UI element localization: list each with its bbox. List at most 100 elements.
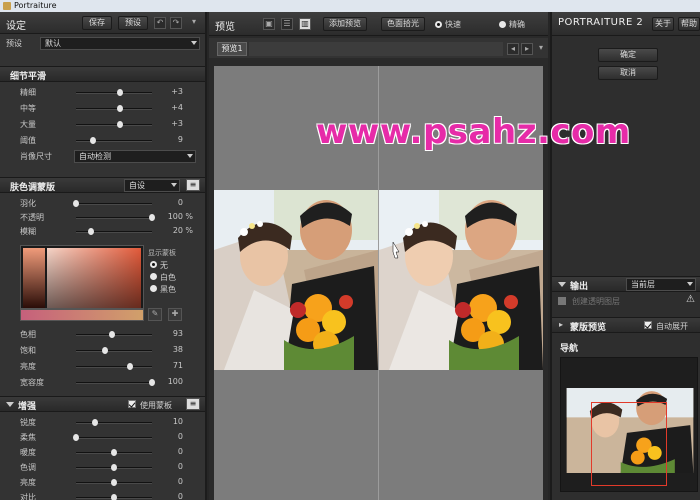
slider-value[interactable]: +3 [153, 87, 183, 96]
use-mask-checkbox[interactable] [128, 400, 136, 408]
skin-color-field[interactable] [47, 248, 141, 308]
slider-value[interactable]: 20 [153, 226, 183, 235]
slider-value[interactable]: 0 [153, 447, 183, 456]
split-horizontal-icon[interactable]: ☰ [281, 18, 293, 30]
slider-value[interactable]: 71 [153, 361, 183, 370]
slider-thumb[interactable] [89, 137, 96, 144]
slider-track[interactable] [73, 200, 152, 207]
slider-thumb[interactable] [111, 449, 117, 456]
show-mask-radio[interactable] [150, 261, 157, 268]
undo-icon[interactable]: ↶ [154, 17, 166, 29]
slider-track[interactable] [76, 137, 152, 144]
show-mask-radio[interactable] [150, 285, 157, 292]
slider-value[interactable]: 100 [153, 212, 183, 221]
slider-track[interactable] [76, 479, 152, 486]
slider-track[interactable] [76, 363, 152, 370]
skin-mask-header[interactable]: 肤色调蒙版 自设 ≡ [0, 177, 205, 193]
about-button[interactable]: 关于 [652, 17, 674, 31]
slider-value[interactable]: 0 [153, 492, 183, 500]
redo-icon[interactable]: ↷ [170, 17, 182, 29]
output-header[interactable]: 输出 当前层 [552, 276, 700, 292]
navigator-viewport-frame[interactable] [591, 402, 667, 486]
slider-thumb[interactable] [126, 363, 133, 370]
slider-track[interactable] [76, 419, 152, 426]
split-vertical-icon[interactable]: ▥ [299, 18, 311, 30]
slider-value[interactable]: 0 [153, 198, 183, 207]
slider-track[interactable] [76, 464, 152, 471]
preset-select[interactable]: 默认 [40, 37, 200, 50]
preset-button[interactable]: 预设 [118, 16, 148, 30]
preset-label: 预设 [6, 39, 22, 48]
slider-value[interactable]: 0 [153, 462, 183, 471]
precise-radio[interactable] [499, 21, 506, 28]
output-select[interactable]: 当前层 [626, 278, 696, 291]
slider-value[interactable]: 38 [153, 345, 183, 354]
slider-track[interactable] [76, 347, 152, 354]
show-mask-radio[interactable] [150, 273, 157, 280]
menu-chevron-icon[interactable]: ▾ [188, 17, 200, 29]
save-button[interactable]: 保存 [82, 16, 112, 30]
navigator-box[interactable] [560, 357, 698, 492]
skin-color-range-picker[interactable] [20, 245, 144, 309]
slider-track[interactable] [76, 121, 152, 128]
slider-track[interactable] [76, 494, 152, 500]
slider-value[interactable]: 0 [153, 432, 183, 441]
slider-thumb[interactable] [73, 200, 79, 207]
help-button[interactable]: 帮助 [678, 17, 700, 31]
collapse-triangle-icon[interactable] [6, 402, 14, 407]
slider-track[interactable] [76, 379, 155, 386]
slider-value[interactable]: +4 [153, 103, 183, 112]
collapse-triangle-icon[interactable] [558, 282, 566, 287]
slider-track[interactable] [76, 331, 152, 338]
auto-expand-checkbox[interactable] [644, 321, 652, 329]
single-view-icon[interactable]: ▣ [263, 18, 275, 30]
slider-thumb[interactable] [111, 494, 117, 500]
slider-thumb[interactable] [108, 331, 115, 338]
eyedropper-plus-icon[interactable]: ✚ [168, 308, 182, 321]
slider-value[interactable]: 0 [153, 477, 183, 486]
slider-thumb[interactable] [117, 105, 124, 112]
enhance-apply-icon[interactable]: ≡ [186, 398, 200, 410]
slider-thumb[interactable] [111, 479, 117, 486]
chevron-left-icon[interactable]: ◂ [507, 43, 519, 55]
slider-track[interactable] [76, 449, 152, 456]
portrait-size-select[interactable]: 自动检测 [74, 150, 196, 163]
skin-mask-apply-icon[interactable]: ≡ [186, 179, 200, 191]
slider-value[interactable]: 100 [153, 377, 183, 386]
slider-thumb[interactable] [117, 89, 124, 96]
slider-track[interactable] [73, 434, 152, 441]
new-layer-checkbox[interactable] [558, 297, 566, 305]
eyedropper-icon[interactable]: ✎ [148, 308, 162, 321]
chevron-right-icon[interactable]: ▸ [521, 43, 533, 55]
slider-value[interactable]: +3 [153, 119, 183, 128]
add-preview-button[interactable]: 添加预览 [323, 17, 367, 31]
slider-track[interactable] [76, 105, 152, 112]
slider-thumb[interactable] [92, 419, 98, 426]
ok-button[interactable]: 确定 [598, 48, 658, 62]
slider-thumb[interactable] [111, 464, 117, 471]
chevron-down-icon [171, 183, 177, 187]
skin-mask-mode-select[interactable]: 自设 [124, 179, 180, 192]
slider-thumb[interactable] [88, 228, 95, 235]
slider-value[interactable]: 93 [153, 329, 183, 338]
chevron-down-icon[interactable]: ▾ [535, 43, 547, 55]
skin-hue-strip[interactable] [23, 248, 45, 308]
detail-smoothing-header[interactable]: 细节平滑 [0, 66, 205, 82]
cancel-button[interactable]: 取消 [598, 66, 658, 80]
tab-preview1[interactable]: 预览1 [217, 42, 247, 56]
slider-track[interactable] [76, 89, 152, 96]
slider-row: 阈值 9 [0, 133, 205, 148]
slider-thumb[interactable] [101, 347, 108, 354]
mask-preview-header[interactable]: ▸ 蒙版预览 自动展开 [552, 317, 700, 333]
slider-thumb[interactable] [117, 121, 124, 128]
slider-track[interactable] [76, 214, 155, 221]
skin-color-range-bar[interactable] [20, 309, 144, 321]
slider-value[interactable]: 9 [153, 135, 183, 144]
expand-triangle-icon[interactable]: ▸ [559, 320, 563, 329]
fast-radio[interactable] [435, 21, 442, 28]
slider-value[interactable]: 10 [153, 417, 183, 426]
color-pick-button[interactable]: 色面拾光 [381, 17, 425, 31]
slider-track[interactable] [76, 228, 152, 235]
slider-thumb[interactable] [73, 434, 79, 441]
enhance-header[interactable]: 增强 使用蒙板 ≡ [0, 396, 205, 412]
